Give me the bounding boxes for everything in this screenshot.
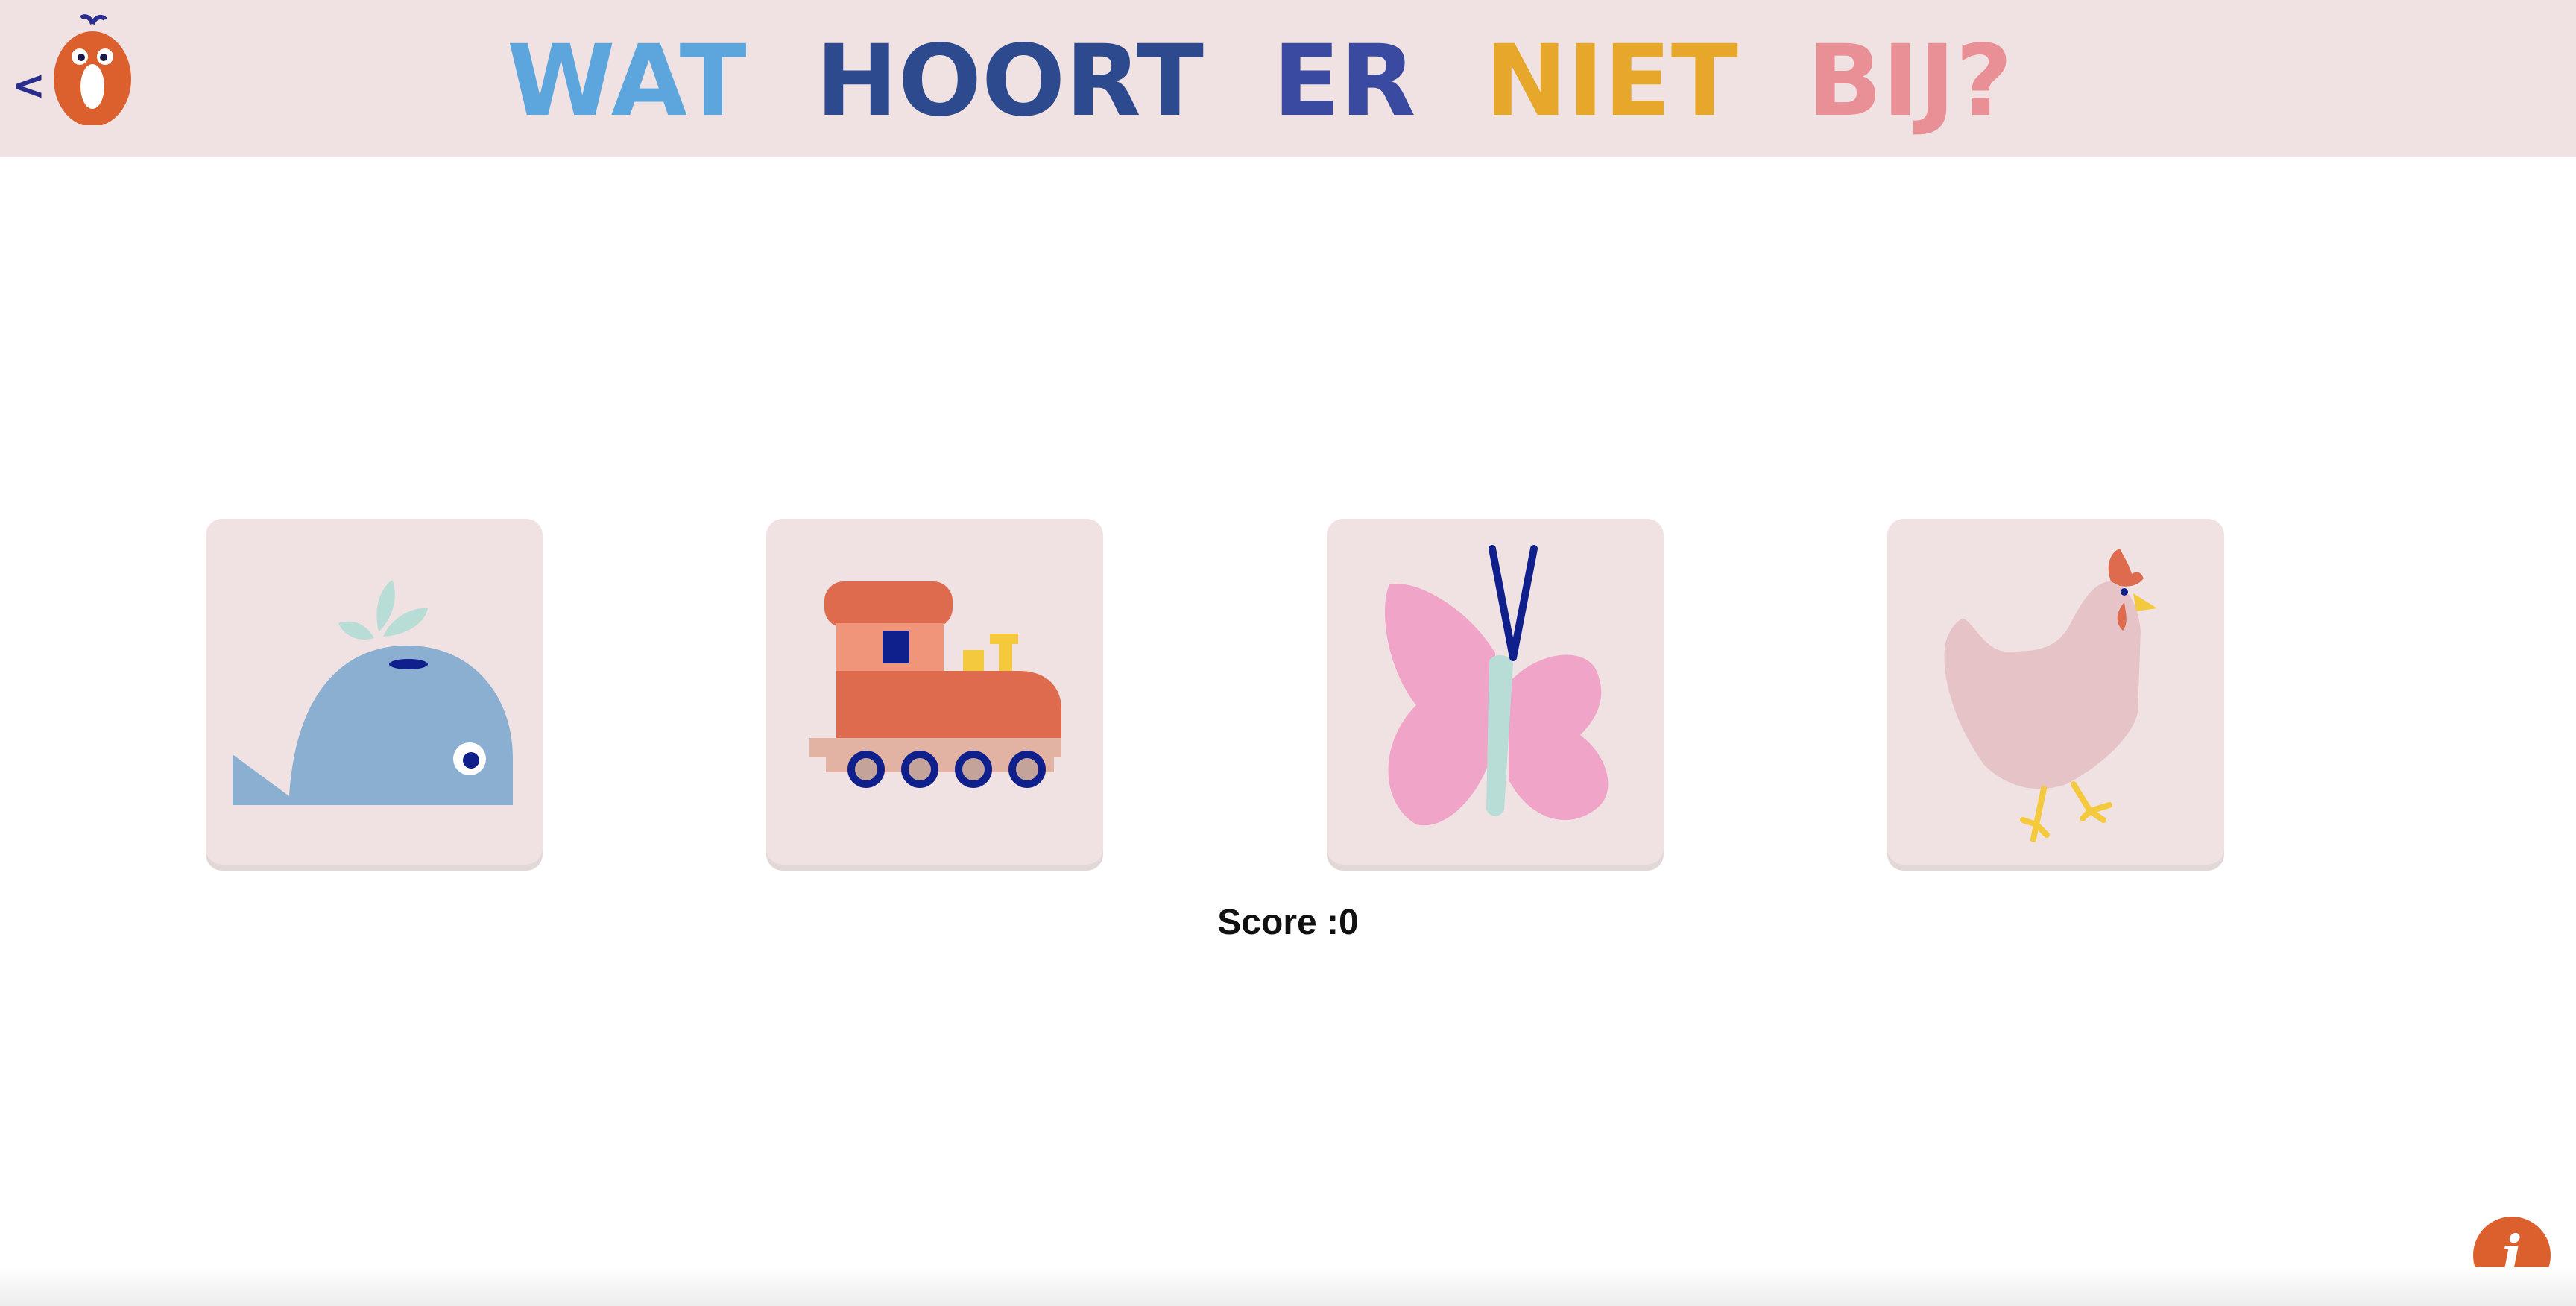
score-label: Score :0 <box>1217 903 1359 942</box>
card-butterfly[interactable] <box>1327 519 1664 865</box>
title-word-niet: NIET <box>1485 32 1738 130</box>
card-chicken[interactable] <box>1887 519 2224 865</box>
butterfly-icon <box>1385 545 1609 826</box>
answer-cards <box>206 519 2224 865</box>
back-button[interactable]: < <box>12 14 139 127</box>
title-text-er: ER <box>1272 24 1416 139</box>
bottom-edge-shade <box>0 1267 2576 1306</box>
title-text-hoort: HOORT <box>815 24 1204 139</box>
title-word-wat: WAT <box>507 32 747 130</box>
header-bar: < WAT HOORT ER NIET BIJ? <box>0 0 2576 157</box>
back-chevron-icon: < <box>12 62 46 109</box>
train-icon <box>809 581 1061 788</box>
whale-icon <box>233 580 513 805</box>
page-title: WAT HOORT ER NIET BIJ? <box>507 25 2012 137</box>
title-word-er: ER <box>1273 32 1416 130</box>
title-text-bij: BIJ? <box>1807 24 2012 139</box>
chicken-icon <box>1944 549 2157 842</box>
title-text-niet: NIET <box>1485 24 1738 139</box>
mascot-logo-icon <box>54 14 132 125</box>
title-text-wat: WAT <box>507 24 747 139</box>
card-whale[interactable] <box>206 519 543 865</box>
title-word-hoort: HOORT <box>815 32 1204 130</box>
card-train[interactable] <box>766 519 1103 865</box>
title-word-bij: BIJ? <box>1808 32 2012 130</box>
